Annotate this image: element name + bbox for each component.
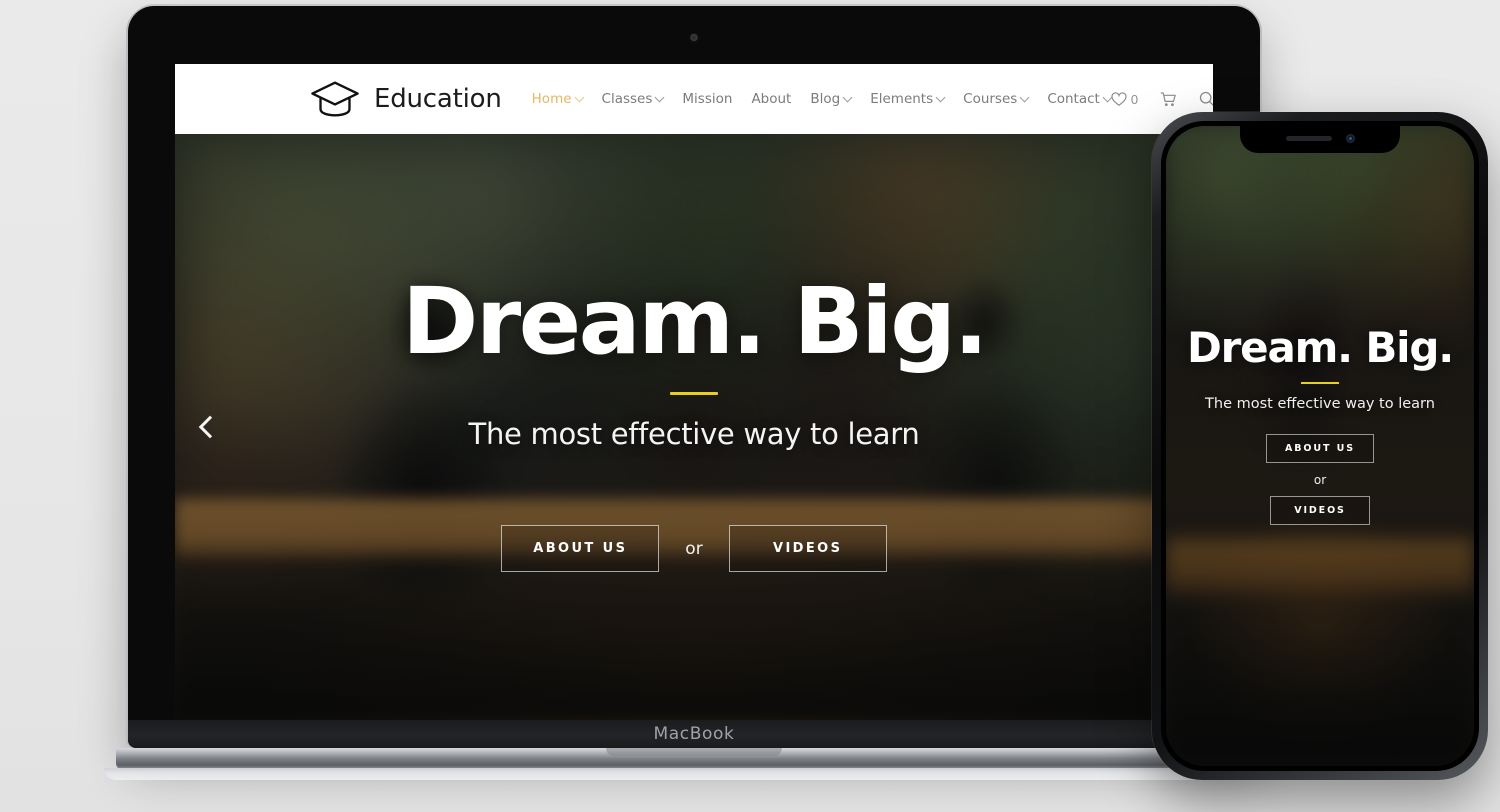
macbook-chin: MacBook	[128, 720, 1260, 748]
nav-item-classes[interactable]: Classes	[601, 91, 665, 107]
mockup-stage: Education Home Classes Mission About Blo…	[0, 0, 1500, 812]
website-viewport: Education Home Classes Mission About Blo…	[175, 64, 1213, 720]
macbook-base-notch	[606, 748, 782, 756]
cart-button[interactable]	[1160, 91, 1177, 107]
nav-item-home[interactable]: Home	[531, 91, 584, 107]
iphone-notch	[1240, 126, 1400, 153]
nav-label: About	[751, 91, 792, 107]
mobile-about-us-button[interactable]: ABOUT US	[1266, 434, 1374, 463]
macbook-base-shadow	[104, 768, 1284, 780]
cart-icon	[1160, 91, 1176, 106]
macbook-device-mockup: Education Home Classes Mission About Blo…	[104, 6, 1284, 780]
nav-label: Mission	[682, 91, 733, 107]
videos-button[interactable]: VIDEOS	[728, 525, 887, 572]
hero-content: Dream. Big. The most effective way to le…	[175, 134, 1213, 720]
nav-item-mission[interactable]: Mission	[682, 91, 732, 107]
wishlist-count: 0	[1130, 91, 1139, 107]
nav-item-elements[interactable]: Elements	[870, 91, 946, 107]
iphone-screen: Dream. Big. The most effective way to le…	[1166, 126, 1474, 766]
mobile-hero-divider	[1301, 382, 1339, 384]
macbook-brand-label: MacBook	[653, 724, 735, 744]
chevron-down-icon	[1019, 92, 1030, 102]
mobile-videos-button[interactable]: VIDEOS	[1270, 496, 1370, 525]
chevron-down-icon	[935, 92, 946, 102]
mobile-website-viewport: Dream. Big. The most effective way to le…	[1166, 126, 1474, 766]
slider-prev-button[interactable]	[193, 410, 227, 444]
hero-slider: Dream. Big. The most effective way to le…	[175, 134, 1213, 720]
webcam-icon	[690, 34, 698, 41]
nav-label: Elements	[870, 91, 934, 107]
nav-item-contact[interactable]: Contact	[1047, 91, 1113, 107]
heart-icon	[1111, 91, 1127, 106]
or-separator: or	[685, 538, 703, 559]
nav-label: Contact	[1047, 91, 1100, 107]
search-icon	[1199, 91, 1213, 106]
chevron-down-icon	[574, 92, 584, 102]
site-logo[interactable]: Education	[309, 80, 502, 118]
nav-label: Classes	[601, 91, 653, 107]
nav-item-blog[interactable]: Blog	[810, 91, 853, 107]
front-camera-icon	[1345, 133, 1355, 143]
about-us-button[interactable]: ABOUT US	[501, 525, 660, 572]
hero-actions: ABOUT US or VIDEOS	[501, 525, 887, 572]
search-button[interactable]	[1199, 91, 1213, 107]
mobile-or-separator: or	[1313, 473, 1327, 487]
iphone-bezel: Dream. Big. The most effective way to le…	[1161, 121, 1479, 771]
chevron-down-icon	[842, 92, 853, 102]
mobile-hero-subtitle: The most effective way to learn	[1205, 396, 1435, 412]
macbook-screen: Education Home Classes Mission About Blo…	[175, 64, 1213, 720]
nav-item-about[interactable]: About	[751, 91, 791, 107]
nav-label: Blog	[810, 91, 841, 107]
earpiece-speaker-icon	[1285, 135, 1332, 141]
header-tools: 0	[1111, 91, 1213, 107]
chevron-left-icon	[198, 415, 222, 439]
hero-title: Dream. Big.	[401, 268, 989, 375]
chevron-down-icon	[654, 92, 665, 102]
macbook-lid: Education Home Classes Mission About Blo…	[128, 6, 1260, 748]
nav-label: Courses	[963, 91, 1018, 107]
hero-divider	[670, 392, 718, 395]
main-navigation: Home Classes Mission About Blog Elements…	[531, 91, 1113, 107]
mobile-hero-content: Dream. Big. The most effective way to le…	[1166, 126, 1474, 766]
iphone-frame: Dream. Big. The most effective way to le…	[1152, 112, 1488, 780]
nav-label: Home	[531, 91, 572, 107]
mobile-hero-title: Dream. Big.	[1187, 323, 1454, 372]
nav-item-courses[interactable]: Courses	[963, 91, 1030, 107]
logo-text: Education	[374, 84, 502, 114]
iphone-device-mockup: Dream. Big. The most effective way to le…	[1152, 112, 1488, 780]
hero-subtitle: The most effective way to learn	[468, 417, 920, 451]
graduation-cap-icon	[311, 81, 359, 117]
wishlist-button[interactable]: 0	[1111, 92, 1138, 107]
site-header: Education Home Classes Mission About Blo…	[175, 64, 1213, 134]
